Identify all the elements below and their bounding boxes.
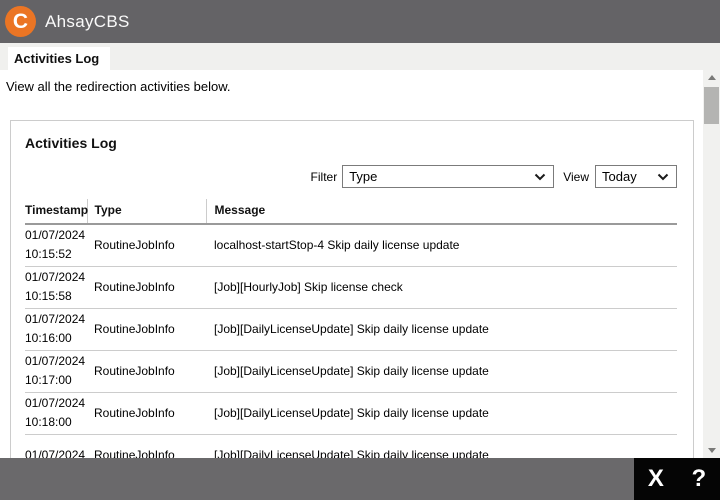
col-header-type: Type bbox=[87, 199, 207, 225]
chevron-down-icon bbox=[534, 173, 546, 181]
table-row: 01/07/2024 10:17:00 RoutineJobInfo [Job]… bbox=[25, 350, 677, 393]
row-type: RoutineJobInfo bbox=[87, 308, 206, 351]
row-time: 10:17:00 bbox=[25, 373, 72, 387]
triangle-up-icon bbox=[707, 75, 716, 80]
row-time: 10:18:00 bbox=[25, 415, 72, 429]
main-content: View all the redirection activities belo… bbox=[0, 70, 720, 458]
panel-title: Activities Log bbox=[25, 135, 117, 151]
help-button[interactable]: ? bbox=[692, 465, 707, 493]
row-time: 10:16:00 bbox=[25, 331, 72, 345]
activities-log-panel: Activities Log Filter Type View Today Ti… bbox=[10, 120, 694, 458]
tab-strip: Activities Log bbox=[0, 43, 720, 70]
brand-title: AhsayCBS bbox=[45, 11, 130, 31]
row-type: RoutineJobInfo bbox=[87, 266, 206, 309]
col-header-message: Message bbox=[206, 199, 677, 225]
ahsay-logo-icon: C bbox=[5, 6, 36, 37]
filter-type-select[interactable]: Type bbox=[342, 165, 555, 188]
table-row: 01/07/2024 10:18:00 RoutineJobInfo [Job]… bbox=[25, 392, 677, 435]
filter-row: Filter Type View Today bbox=[11, 165, 677, 188]
close-button[interactable]: X bbox=[648, 465, 664, 493]
row-date: 01/07/2024 bbox=[25, 270, 86, 284]
activities-table: Timestamp Type Message 01/07/2024 10:15:… bbox=[25, 199, 677, 458]
row-message: localhost-startStop-4 Skip daily license… bbox=[206, 224, 677, 267]
table-row: 01/07/2024 10:15:52 RoutineJobInfo local… bbox=[25, 224, 677, 267]
filter-type-value: Type bbox=[349, 169, 378, 184]
row-type: RoutineJobInfo bbox=[87, 224, 206, 267]
row-message: [Job][DailyLicenseUpdate] Skip daily lic… bbox=[206, 308, 677, 351]
chevron-down-icon bbox=[657, 173, 669, 181]
table-row: 01/07/2024 10:15:58 RoutineJobInfo [Job]… bbox=[25, 266, 677, 309]
app-header: C AhsayCBS bbox=[0, 0, 720, 43]
row-time: 10:15:58 bbox=[25, 289, 72, 303]
footer-filler bbox=[0, 458, 634, 500]
row-message: [Job][HourlyJob] Skip license check bbox=[206, 266, 677, 309]
vertical-scrollbar[interactable] bbox=[703, 70, 720, 458]
triangle-down-icon bbox=[707, 448, 716, 453]
table-header-row: Timestamp Type Message bbox=[25, 199, 677, 225]
filter-label: Filter bbox=[310, 169, 338, 184]
row-message: [Job][DailyLicenseUpdate] Skip daily lic… bbox=[206, 392, 677, 435]
row-date: 01/07/2024 bbox=[25, 447, 86, 459]
row-date: 01/07/2024 bbox=[25, 228, 86, 243]
activities-table-body: 01/07/2024 10:15:52 RoutineJobInfo local… bbox=[25, 224, 677, 458]
table-row: 01/07/2024 10:16:00 RoutineJobInfo [Job]… bbox=[25, 308, 677, 351]
footer-actions: X ? bbox=[634, 458, 720, 500]
row-date: 01/07/2024 bbox=[25, 312, 86, 326]
scroll-down-button[interactable] bbox=[703, 443, 720, 458]
footer-bar: X ? bbox=[0, 458, 720, 500]
scrollbar-thumb[interactable] bbox=[704, 87, 719, 124]
row-time: 10:15:52 bbox=[25, 247, 72, 262]
view-period-select[interactable]: Today bbox=[595, 165, 677, 188]
row-type: RoutineJobInfo bbox=[87, 392, 206, 435]
view-label: View bbox=[563, 169, 589, 184]
row-type: RoutineJobInfo bbox=[87, 434, 206, 458]
row-message: [Job][DailyLicenseUpdate] Skip daily lic… bbox=[206, 350, 677, 393]
row-date: 01/07/2024 bbox=[25, 396, 86, 410]
table-row: 01/07/2024 RoutineJobInfo [Job][DailyLic… bbox=[25, 434, 677, 458]
row-date: 01/07/2024 bbox=[25, 354, 86, 368]
row-type: RoutineJobInfo bbox=[87, 350, 206, 393]
row-message: [Job][DailyLicenseUpdate] Skip daily lic… bbox=[206, 434, 677, 458]
col-header-timestamp: Timestamp bbox=[25, 199, 88, 225]
view-period-value: Today bbox=[602, 169, 637, 184]
scroll-up-button[interactable] bbox=[703, 70, 720, 85]
intro-text: View all the redirection activities belo… bbox=[6, 79, 231, 94]
tab-activities-log[interactable]: Activities Log bbox=[8, 47, 111, 70]
